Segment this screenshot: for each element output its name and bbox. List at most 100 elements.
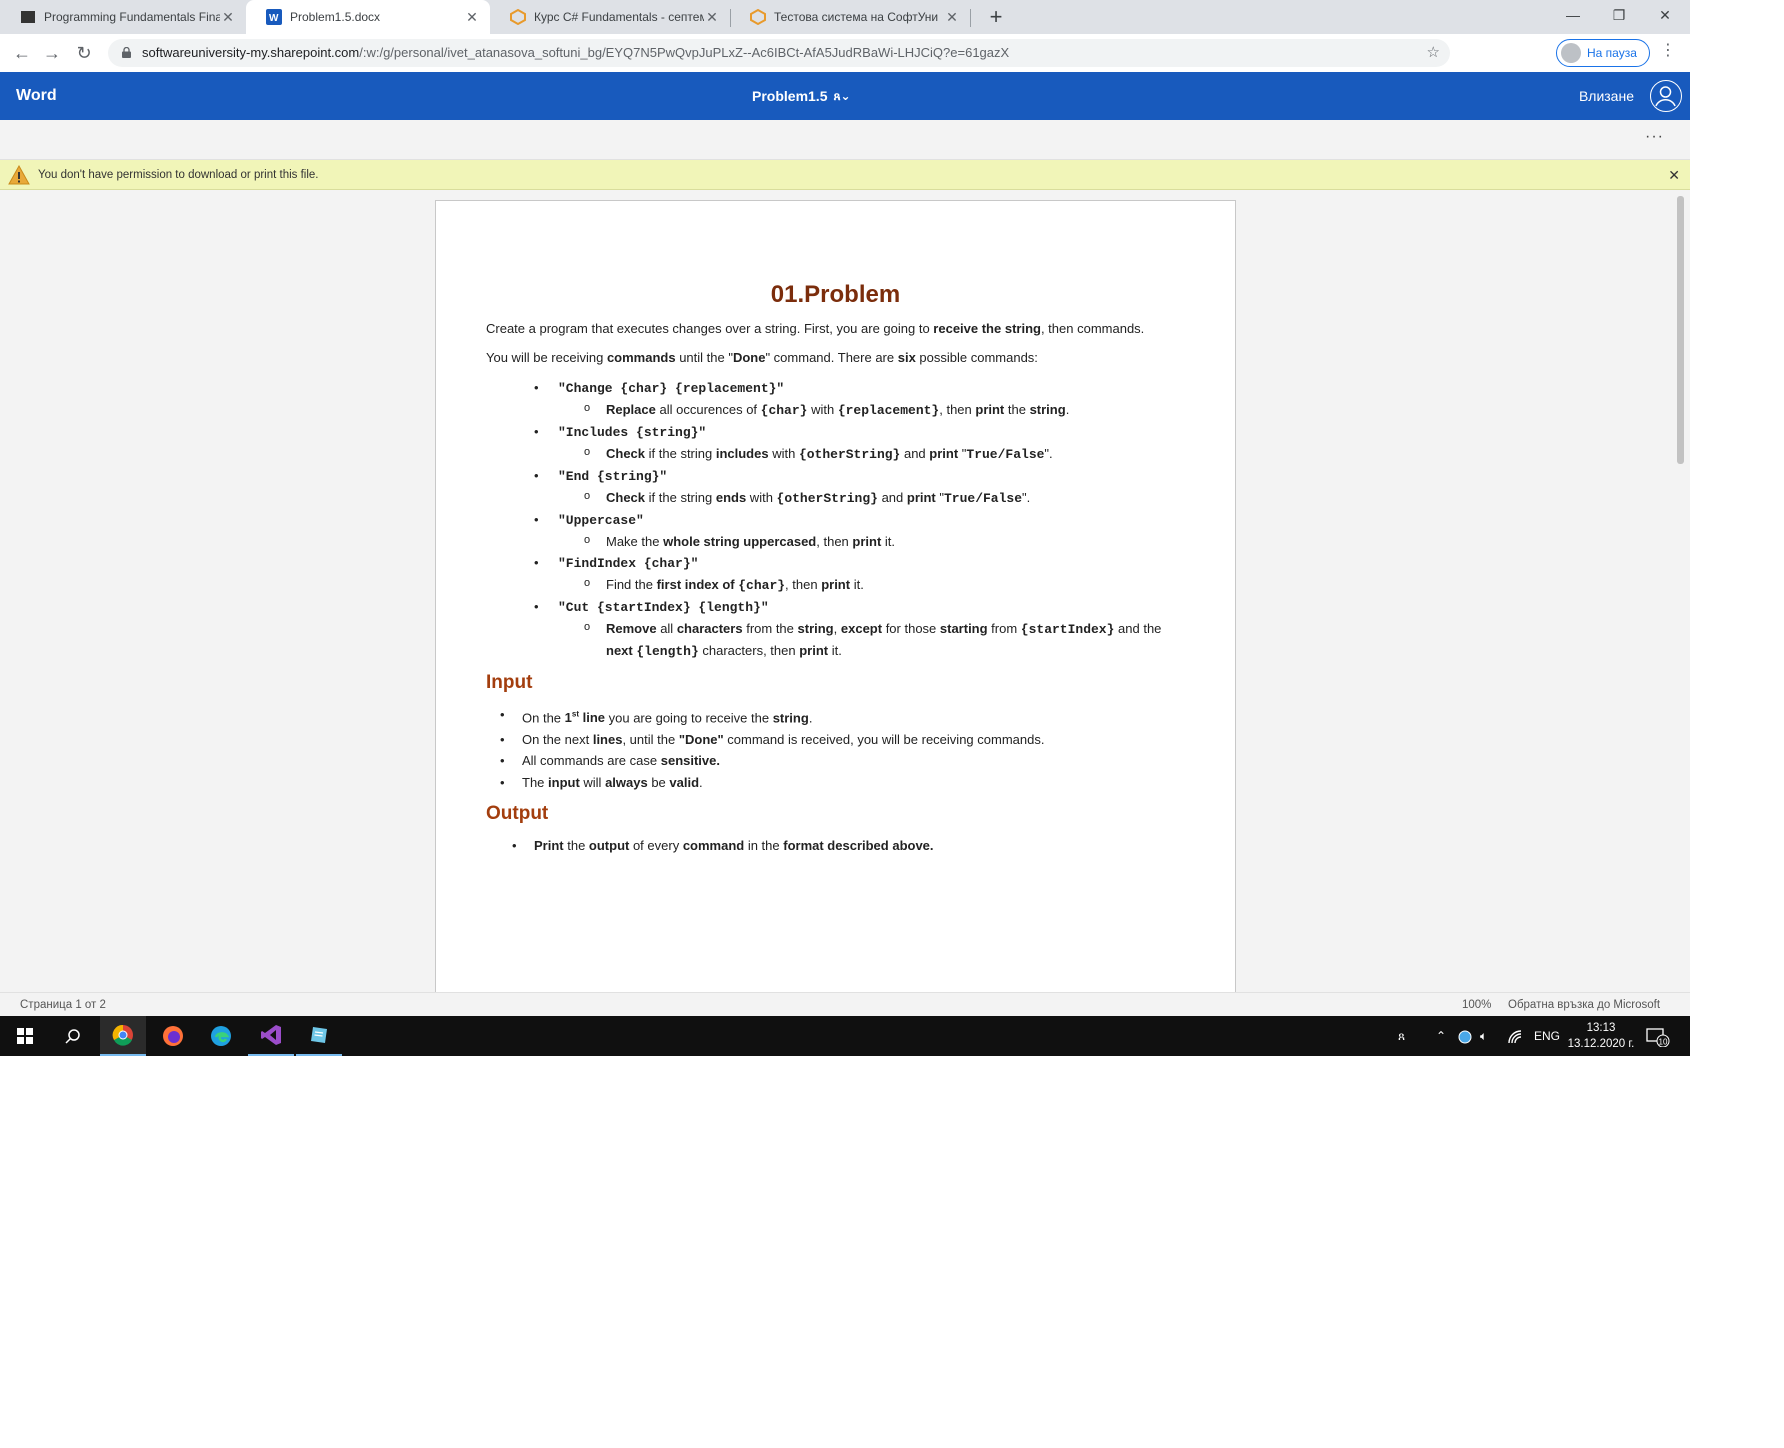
- windows-start-icon[interactable]: [2, 1016, 48, 1056]
- tab-problem-docx[interactable]: W Problem1.5.docx ✕: [246, 0, 490, 34]
- user-icon[interactable]: [1650, 80, 1682, 112]
- close-icon[interactable]: ✕: [704, 9, 720, 26]
- tab-title: Тестова система на СофтУни: [774, 10, 939, 24]
- word-brand[interactable]: Word: [16, 72, 57, 120]
- search-icon[interactable]: [50, 1016, 96, 1056]
- document-page: 01.Problem Create a program that execute…: [435, 200, 1236, 992]
- command-item: "Uppercase" Make the whole string upperca…: [534, 509, 1185, 552]
- close-icon[interactable]: ✕: [944, 9, 960, 26]
- input-list-item: On the next lines, until the "Done" comm…: [500, 729, 1185, 751]
- language-indicator[interactable]: ENG: [1534, 1016, 1560, 1056]
- url-host: softwareuniversity-my.sharepoint.com: [142, 45, 360, 60]
- softuni-icon: [750, 9, 766, 25]
- output-heading: Output: [486, 803, 549, 825]
- ribbon: ···: [0, 120, 1690, 160]
- notice-close-icon[interactable]: ✕: [1668, 160, 1680, 190]
- tab-separator: [970, 9, 971, 27]
- command-description-list: Check if the string includes with {other…: [584, 442, 1185, 465]
- clock-date: 13.12.2020 г.: [1567, 1038, 1635, 1050]
- command-description-list: Make the whole string uppercased, then p…: [584, 530, 1185, 552]
- command-description: Make the whole string uppercased, then p…: [584, 530, 1185, 552]
- screen: Programming Fundamentals Fina ✕ W Proble…: [0, 0, 1690, 1056]
- notification-count: 10: [1659, 1037, 1668, 1046]
- command-item: "End {string}" Check if the string ends w…: [534, 465, 1185, 509]
- chrome-icon[interactable]: [100, 1016, 146, 1056]
- share-people-icon: ጸ⌄: [833, 89, 851, 103]
- tab-title: Problem1.5.docx: [290, 10, 381, 24]
- forward-arrow-icon[interactable]: →: [40, 41, 64, 65]
- bookmark-star-icon[interactable]: ☆: [1427, 39, 1440, 67]
- command-description-list: Find the first index of {char}, then pri…: [584, 573, 1185, 596]
- status-bar: Страница 1 от 2 100% Обратна връзка до M…: [0, 992, 1690, 1016]
- browser-menu-icon[interactable]: ⋮: [1660, 40, 1676, 62]
- people-icon[interactable]: ጸ: [1398, 1016, 1405, 1056]
- close-window-button[interactable]: ✕: [1642, 0, 1688, 30]
- input-list-item: All commands are case sensitive.: [500, 750, 1185, 772]
- command-name: "End {string}": [558, 469, 668, 484]
- command-description: Replace all occurences of {char} with {r…: [584, 398, 1185, 421]
- address-bar[interactable]: softwareuniversity-my.sharepoint.com/:w:…: [108, 39, 1450, 67]
- notice-message: You don't have permission to download or…: [38, 169, 319, 181]
- vertical-scrollbar[interactable]: [1677, 196, 1684, 464]
- word-header: Word Problem1.5 ጸ⌄ Влизане: [0, 72, 1690, 120]
- chevron-up-icon[interactable]: ⌃: [1436, 1016, 1446, 1056]
- command-description: Find the first index of {char}, then pri…: [584, 573, 1185, 596]
- command-name: "Cut {startIndex} {length}": [558, 600, 769, 615]
- command-name: "Change {char} {replacement}": [558, 381, 785, 396]
- clock-time: 13:13: [1586, 1022, 1616, 1034]
- warning-icon: [8, 165, 30, 185]
- reload-icon[interactable]: ↻: [72, 41, 96, 65]
- input-list: On the 1st line you are going to receive…: [500, 704, 1185, 794]
- notepad-icon[interactable]: [296, 1016, 342, 1056]
- feedback-link[interactable]: Обратна връзка до Microsoft: [1508, 993, 1660, 1017]
- visual-studio-icon[interactable]: [248, 1016, 294, 1056]
- input-list-item: On the 1st line you are going to receive…: [500, 704, 1185, 729]
- command-description-list: Remove all characters from the string, e…: [584, 617, 1185, 662]
- wifi-icon[interactable]: [1508, 1016, 1522, 1056]
- doc-title-text: Problem1.5: [752, 88, 828, 104]
- clock[interactable]: 13:13 13.12.2020 г.: [1566, 1020, 1636, 1052]
- back-arrow-icon[interactable]: ←: [10, 41, 34, 65]
- tab-csharp-course[interactable]: Курс C# Fundamentals - септем ✕: [490, 0, 730, 34]
- document-canvas[interactable]: 01.Problem Create a program that execute…: [0, 190, 1690, 992]
- command-item: "Includes {string}" Check if the string i…: [534, 421, 1185, 465]
- terminal-icon: [20, 9, 36, 25]
- output-list: Print the output of every command in the…: [512, 835, 1185, 856]
- action-center-icon[interactable]: 10: [1646, 1016, 1670, 1056]
- command-name: "Includes {string}": [558, 425, 707, 440]
- profile-label: На пауза: [1587, 46, 1637, 60]
- browser-tabstrip: Programming Fundamentals Fina ✕ W Proble…: [0, 0, 1690, 34]
- command-name: "Uppercase": [558, 513, 644, 528]
- command-item: "FindIndex {char}" Find the first index o…: [534, 552, 1185, 596]
- page-indicator: Страница 1 от 2: [20, 999, 106, 1011]
- tab-title: Курс C# Fundamentals - септем: [534, 10, 704, 24]
- zoom-level[interactable]: 100%: [1462, 993, 1491, 1017]
- close-icon[interactable]: ✕: [464, 9, 480, 26]
- command-name: "FindIndex {char}": [558, 556, 699, 571]
- command-item: "Cut {startIndex} {length}" Remove all ch…: [534, 596, 1185, 662]
- doc-title[interactable]: Problem1.5 ጸ⌄: [752, 72, 851, 120]
- close-icon[interactable]: ✕: [220, 9, 236, 26]
- edge-icon[interactable]: [198, 1016, 244, 1056]
- more-options-button[interactable]: ···: [1645, 128, 1664, 146]
- command-description-list: Replace all occurences of {char} with {r…: [584, 398, 1185, 421]
- minimize-button[interactable]: —: [1550, 0, 1596, 30]
- tab-programming-fundamentals[interactable]: Programming Fundamentals Fina ✕: [0, 0, 246, 34]
- profile-button[interactable]: На пауза: [1556, 39, 1650, 67]
- word-icon: W: [266, 9, 282, 25]
- network-globe-icon[interactable]: [1458, 1016, 1472, 1056]
- lock-icon: [122, 47, 131, 58]
- restore-button[interactable]: ❐: [1596, 0, 1642, 30]
- command-description: Check if the string includes with {other…: [584, 442, 1185, 465]
- new-tab-button[interactable]: +: [982, 4, 1010, 32]
- input-list-item: The input will always be valid.: [500, 772, 1185, 794]
- input-heading: Input: [486, 672, 533, 693]
- sign-in-link[interactable]: Влизане: [1579, 72, 1634, 120]
- firefox-icon[interactable]: [150, 1016, 196, 1056]
- intro-paragraph-1: Create a program that executes changes o…: [486, 321, 1145, 336]
- command-list: "Change {char} {replacement}" Replace all…: [534, 377, 1185, 662]
- browser-toolbar: ← → ↻ softwareuniversity-my.sharepoint.c…: [0, 34, 1690, 98]
- volume-icon[interactable]: 🔈︎: [1480, 1016, 1487, 1056]
- tab-test-system[interactable]: Тестова система на СофтУни ✕: [730, 0, 970, 34]
- intro-paragraph-2: You will be receiving commands until the…: [486, 350, 1038, 365]
